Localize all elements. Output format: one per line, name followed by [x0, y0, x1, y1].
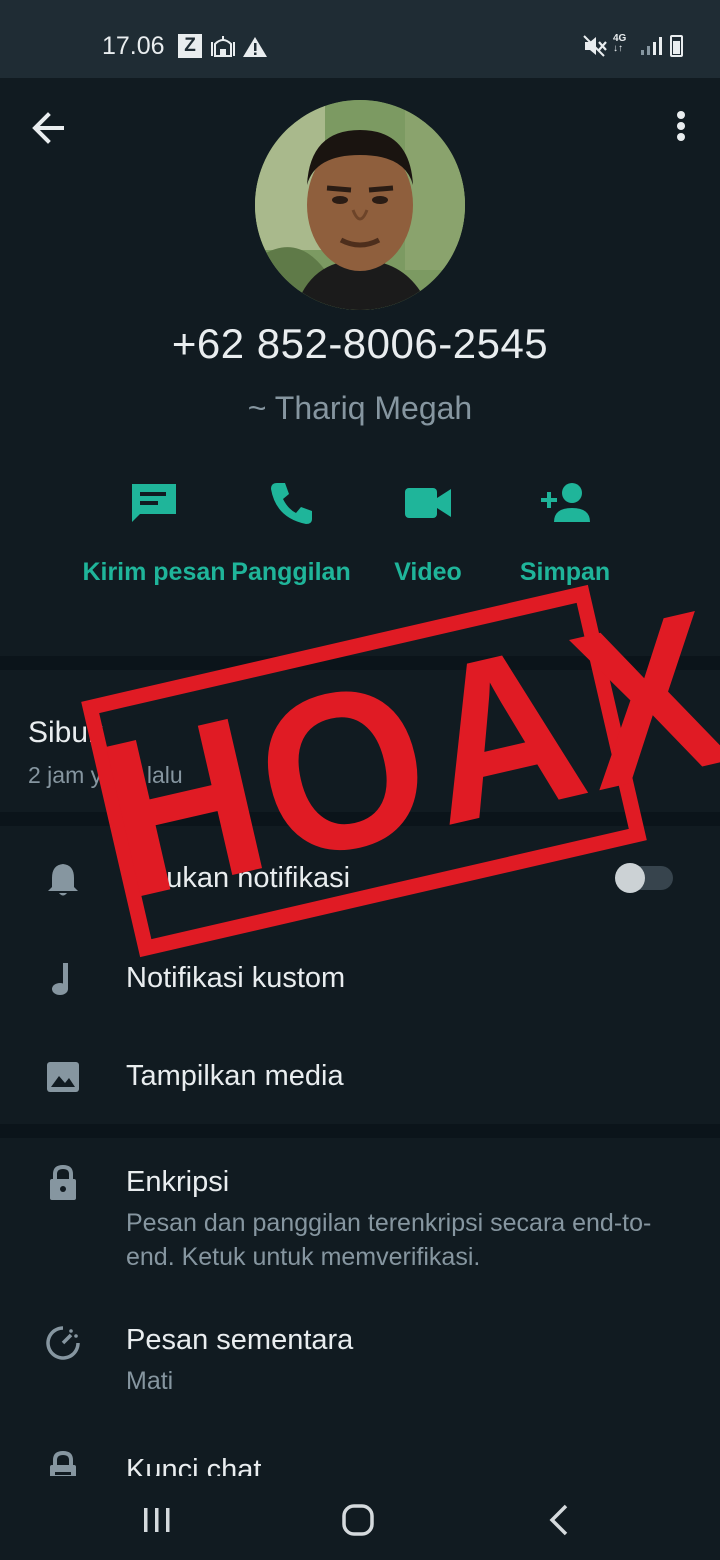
video-icon [405, 488, 451, 518]
custom-notifications-label: Notifikasi kustom [126, 962, 346, 994]
status-bar: 17.06 Z 4G ↓↑ [0, 0, 720, 78]
encryption-description: Pesan dan panggilan terenkripsi secara e… [126, 1209, 652, 1271]
mosque-icon [211, 36, 235, 57]
message-icon [132, 484, 176, 522]
battery-icon [670, 35, 683, 57]
navigation-bar [0, 1476, 720, 1560]
call-label: Panggilan [231, 558, 351, 586]
avatar-photo [255, 100, 465, 310]
encryption-title: Enkripsi [126, 1166, 230, 1198]
image-icon [47, 1062, 79, 1092]
arrow-left-icon[interactable] [28, 106, 72, 150]
network-label: 4G [613, 33, 627, 44]
bell-icon [48, 864, 78, 896]
mute-icon [583, 35, 607, 57]
contact-name: ~ Thariq Megah [247, 390, 473, 426]
disappearing-messages-title: Pesan sementara [126, 1324, 354, 1356]
status-time: 17.06 [102, 32, 165, 60]
send-message-button[interactable]: Kirim pesan [79, 478, 229, 589]
save-contact-button[interactable]: Simpan [490, 478, 640, 589]
video-call-button[interactable]: Video [353, 478, 503, 589]
network-4g-icon: 4G ↓↑ [613, 33, 627, 54]
mute-notifications-toggle[interactable] [615, 863, 673, 893]
timer-icon [46, 1326, 80, 1360]
stamp-text: HOAX [81, 561, 720, 946]
call-button[interactable]: Panggilan [216, 478, 366, 589]
warning-icon [243, 37, 267, 57]
toggle-knob [615, 863, 645, 893]
recent-apps-icon[interactable] [135, 1498, 179, 1542]
send-message-label: Kirim pesan [82, 558, 226, 586]
show-media-label: Tampilkan media [126, 1060, 344, 1092]
z-icon: Z [178, 34, 202, 58]
contact-phone: +62 852-8006-2545 [171, 320, 549, 367]
home-icon[interactable] [336, 1498, 380, 1542]
music-note-icon [52, 963, 68, 995]
signal-icon [641, 37, 662, 55]
section-divider [0, 1124, 720, 1138]
lock-icon [50, 1164, 76, 1200]
hoax-stamp: HOAX [81, 561, 720, 958]
more-vertical-icon[interactable] [664, 106, 698, 150]
phone-icon [271, 483, 312, 524]
back-nav-icon[interactable] [538, 1498, 582, 1542]
video-call-label: Video [394, 558, 462, 586]
avatar[interactable] [255, 100, 465, 310]
add-contact-icon [541, 483, 590, 522]
disappearing-messages-status: Mati [126, 1367, 174, 1395]
